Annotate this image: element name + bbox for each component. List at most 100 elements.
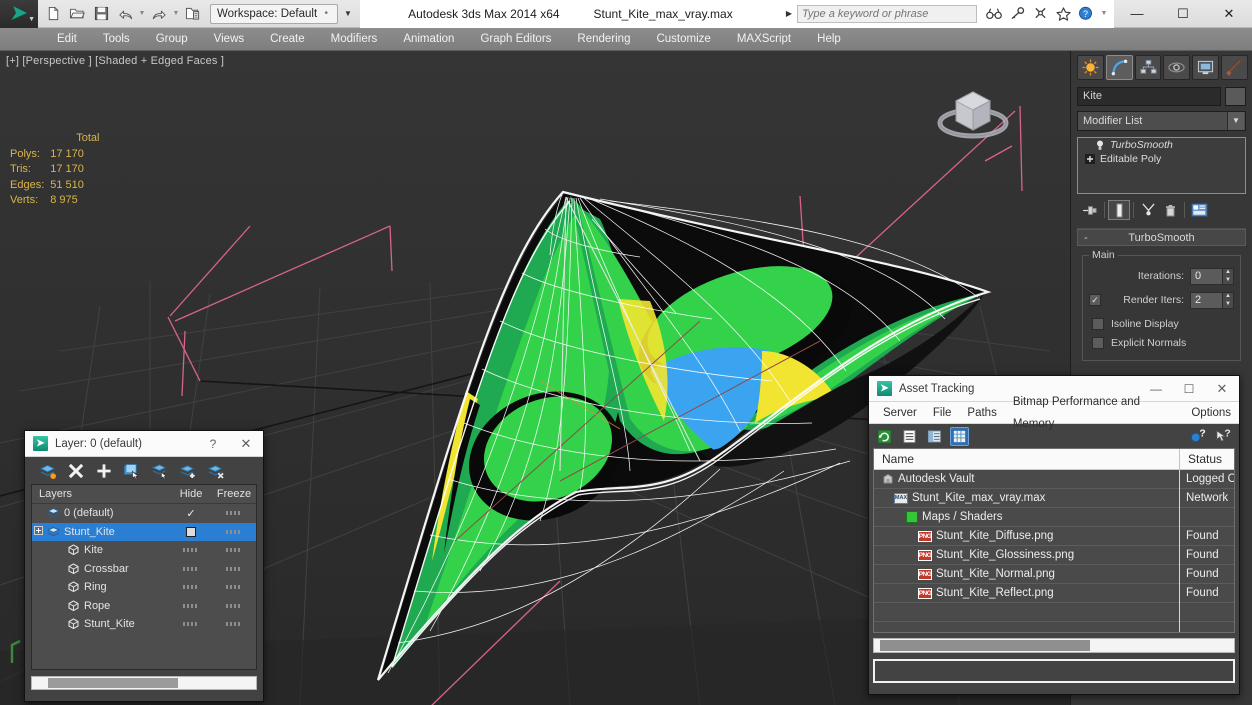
freeze-cell[interactable] [212, 622, 256, 627]
search-input[interactable] [797, 4, 977, 23]
context-help-icon[interactable]: ? [1214, 427, 1233, 446]
asset-row[interactable]: MAX Stunt_Kite_max_vray.max Network [874, 488, 1234, 508]
display-tab[interactable] [1192, 55, 1220, 80]
object-color-swatch[interactable] [1225, 87, 1246, 106]
add-selection-to-layer-icon[interactable] [179, 462, 197, 480]
freeze-toggle[interactable] [226, 585, 242, 590]
refresh-icon[interactable] [875, 427, 894, 446]
object-name-field[interactable]: Kite [1077, 87, 1221, 106]
undo-icon[interactable] [114, 3, 136, 25]
hide-cell[interactable] [170, 603, 212, 608]
create-tab[interactable] [1077, 55, 1104, 80]
freeze-cell[interactable] [212, 529, 256, 534]
expand-toggle-icon[interactable] [32, 526, 45, 537]
collapse-icon[interactable]: - [1084, 232, 1088, 244]
layer-dialog-titlebar[interactable]: ➤ Layer: 0 (default) ? ✕ [25, 431, 263, 457]
menu-item-views[interactable]: Views [201, 28, 257, 51]
scrollbar-thumb[interactable] [880, 640, 1090, 651]
redo-dropdown-caret[interactable]: ▼ [172, 10, 180, 17]
configure-modifier-sets-icon[interactable] [1188, 200, 1210, 220]
hide-toggle[interactable] [183, 566, 199, 571]
menu-item-animation[interactable]: Animation [390, 28, 467, 51]
asset-menu-item-paths[interactable]: Paths [959, 402, 1004, 424]
help-button[interactable]: ? [200, 431, 226, 457]
asset-tracking-dialog[interactable]: ➤ Asset Tracking — ☐ ✕ Server File Paths Bi… [868, 375, 1240, 695]
layer-row[interactable]: Stunt_Kite [32, 615, 256, 634]
freeze-cell[interactable] [212, 585, 256, 590]
add-layer-icon[interactable] [95, 462, 113, 480]
modify-tab[interactable] [1105, 55, 1133, 80]
menu-item-tools[interactable]: Tools [90, 28, 143, 51]
show-end-result-icon[interactable] [1108, 200, 1130, 220]
freeze-cell[interactable] [212, 603, 256, 608]
menu-item-edit[interactable]: Edit [44, 28, 90, 51]
layer-row[interactable]: Crossbar [32, 560, 256, 579]
new-file-icon[interactable] [42, 3, 64, 25]
binoculars-icon[interactable] [985, 5, 1003, 23]
hide-toggle[interactable] [183, 603, 199, 608]
menu-item-group[interactable]: Group [143, 28, 201, 51]
asset-menu-item-bitmap-performance-and-memory[interactable]: Bitmap Performance and Memory [1005, 391, 1184, 435]
redo-icon[interactable] [148, 3, 170, 25]
asset-list[interactable]: Name Status Autodesk Vault Logged O MAX Stu… [873, 448, 1235, 633]
asset-row[interactable]: PNG Stunt_Kite_Glossiness.png Found [874, 545, 1234, 565]
render-iters-value[interactable]: 2 [1190, 291, 1223, 309]
layer-row[interactable]: 0 (default) ✓ [32, 504, 256, 523]
explicit-normals-checkbox[interactable] [1092, 336, 1104, 349]
open-file-icon[interactable] [66, 3, 88, 25]
freeze-cell[interactable] [212, 566, 256, 571]
key-icon[interactable] [1008, 5, 1026, 23]
freeze-toggle[interactable] [226, 548, 242, 553]
hide-checkbox[interactable] [186, 526, 196, 537]
question-icon[interactable]: ? [1077, 5, 1095, 23]
asset-menu-item-server[interactable]: Server [875, 402, 925, 424]
hide-cell[interactable] [170, 526, 212, 537]
remove-modifier-icon[interactable] [1159, 200, 1181, 220]
asset-row[interactable] [874, 621, 1234, 632]
hide-cell[interactable] [170, 548, 212, 553]
explicit-normals-row[interactable]: Explicit Normals [1089, 333, 1234, 352]
menu-item-maxscript[interactable]: MAXScript [724, 28, 804, 51]
hide-cell[interactable] [170, 566, 212, 571]
layer-horizontal-scrollbar[interactable] [31, 676, 257, 690]
freeze-cell[interactable] [212, 548, 256, 553]
freeze-toggle[interactable] [226, 511, 242, 516]
undo-dropdown-caret[interactable]: ▼ [138, 10, 146, 17]
chevron-down-icon[interactable]: ▼ [1227, 112, 1244, 130]
remove-from-layer-icon[interactable] [207, 462, 225, 480]
modifier-stack[interactable]: TurboSmooth Editable Poly [1077, 137, 1246, 194]
hide-toggle[interactable] [183, 548, 199, 553]
asset-horizontal-scrollbar[interactable] [873, 638, 1235, 653]
modifier-stack-item[interactable]: TurboSmooth [1078, 138, 1245, 152]
close-button[interactable]: ✕ [1209, 376, 1235, 402]
asset-menu-item-options[interactable]: Options [1183, 402, 1239, 424]
menu-item-graph-editors[interactable]: Graph Editors [467, 28, 564, 51]
asset-row[interactable]: PNG Stunt_Kite_Reflect.png Found [874, 583, 1234, 603]
spinner-arrows[interactable]: ▲ ▼ [1223, 291, 1234, 309]
minimize-button[interactable]: — [1114, 0, 1160, 28]
iterations-value[interactable]: 0 [1190, 267, 1223, 285]
scrollbar-thumb[interactable] [48, 678, 178, 688]
render-iters-spinner[interactable]: 2 ▲ ▼ [1190, 291, 1234, 309]
asset-row[interactable]: Autodesk Vault Logged O [874, 469, 1234, 489]
freeze-toggle[interactable] [226, 566, 242, 571]
freeze-toggle[interactable] [226, 603, 242, 608]
menu-item-help[interactable]: Help [804, 28, 854, 51]
hierarchy-tab[interactable] [1134, 55, 1162, 80]
project-folder-icon[interactable] [182, 3, 204, 25]
layer-dialog[interactable]: ➤ Layer: 0 (default) ? ✕ Layers Hide Fre… [24, 430, 264, 702]
hide-cell[interactable]: ✓ [170, 507, 212, 520]
menu-item-rendering[interactable]: Rendering [564, 28, 643, 51]
workspace-dropdown-icon[interactable]: ▼ [340, 4, 356, 24]
hide-toggle[interactable] [183, 585, 199, 590]
close-button[interactable]: ✕ [1206, 0, 1252, 28]
help-dropdown-caret[interactable]: ▼ [1100, 10, 1108, 17]
freeze-cell[interactable] [212, 511, 256, 516]
isoline-display-checkbox[interactable] [1092, 317, 1104, 330]
hide-cell[interactable] [170, 622, 212, 627]
hide-check-icon[interactable]: ✓ [186, 507, 195, 520]
rollout-header[interactable]: - TurboSmooth [1077, 229, 1246, 246]
grid-view-icon[interactable] [950, 426, 969, 446]
close-button[interactable]: ✕ [233, 431, 259, 457]
utilities-tab[interactable] [1221, 55, 1248, 80]
